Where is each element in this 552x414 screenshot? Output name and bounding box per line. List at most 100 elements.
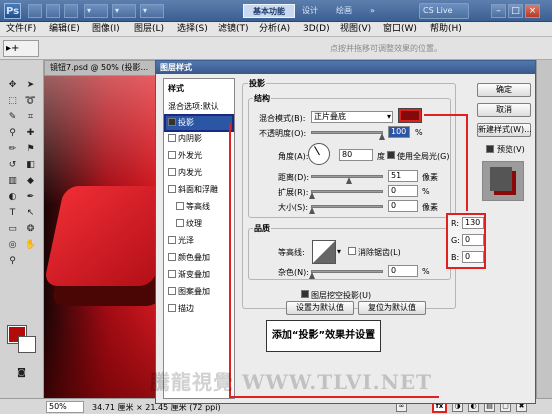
blending-options-item[interactable]: 混合选项:默认 bbox=[166, 100, 232, 114]
style-item-texture[interactable]: 纹理 bbox=[166, 217, 232, 231]
mini-bridge-icon[interactable] bbox=[46, 4, 60, 18]
make-default-button[interactable]: 设置为默认值 bbox=[286, 301, 354, 315]
spread-field[interactable]: 0 bbox=[388, 185, 418, 197]
style-item-outer-glow[interactable]: 外发光 bbox=[166, 149, 232, 163]
menu-image[interactable]: 图像(I) bbox=[92, 23, 120, 36]
r-field[interactable]: 130 bbox=[462, 217, 484, 229]
clone-stamp-tool-icon[interactable]: ⚑ bbox=[23, 142, 38, 156]
style-item-pattern-overlay[interactable]: 图案叠加 bbox=[166, 285, 232, 299]
bridge-icon[interactable] bbox=[28, 4, 42, 18]
checkbox[interactable] bbox=[168, 269, 176, 278]
quick-mask-icon[interactable]: ◙ bbox=[14, 366, 29, 380]
workspace-essentials-button[interactable]: 基本功能 bbox=[243, 4, 295, 18]
checkbox[interactable] bbox=[168, 167, 176, 176]
new-style-button[interactable]: 新建样式(W)... bbox=[477, 123, 532, 137]
blur-tool-icon[interactable]: ◆ bbox=[23, 174, 38, 188]
eyedropper-tool-icon[interactable]: ⚲ bbox=[5, 126, 20, 140]
global-light-checkbox[interactable] bbox=[387, 151, 395, 159]
noise-slider[interactable] bbox=[311, 270, 383, 273]
brush-tool-icon[interactable]: ✏ bbox=[5, 142, 20, 156]
hand-tool-icon[interactable]: ✋ bbox=[23, 238, 38, 252]
workspace-design-button[interactable]: 设计 bbox=[299, 4, 321, 18]
workspace-painting-button[interactable]: 绘画 bbox=[333, 4, 355, 18]
menu-analysis[interactable]: 分析(A) bbox=[259, 23, 290, 36]
type-tool-icon[interactable]: T bbox=[5, 206, 20, 220]
style-item-stroke[interactable]: 描边 bbox=[166, 302, 232, 316]
size-slider[interactable] bbox=[311, 205, 383, 208]
menu-view[interactable]: 视图(V) bbox=[340, 23, 371, 36]
menu-help[interactable]: 帮助(H) bbox=[430, 23, 462, 36]
b-field[interactable]: 0 bbox=[462, 251, 484, 263]
move-tool-preset-picker[interactable]: ▸+ bbox=[3, 40, 39, 57]
contour-picker[interactable] bbox=[312, 240, 336, 264]
spread-slider[interactable] bbox=[311, 190, 383, 193]
menu-edit[interactable]: 编辑(E) bbox=[49, 23, 80, 36]
opacity-slider[interactable] bbox=[311, 131, 383, 134]
g-field[interactable]: 0 bbox=[462, 234, 484, 246]
checkbox[interactable] bbox=[168, 133, 176, 142]
dodge-tool-icon[interactable]: ◐ bbox=[5, 190, 20, 204]
zoom-level-icon[interactable] bbox=[64, 4, 78, 18]
3d-orbit-tool-icon[interactable]: ◎ bbox=[5, 238, 20, 252]
menu-3d[interactable]: 3D(D) bbox=[303, 23, 330, 36]
checkbox[interactable] bbox=[168, 286, 176, 295]
style-item-bevel-emboss[interactable]: 斜面和浮雕 bbox=[166, 183, 232, 197]
chevron-down-icon[interactable]: ▾ bbox=[337, 247, 341, 256]
quick-select-tool-icon[interactable]: ✎ bbox=[5, 110, 20, 124]
marquee-tool-icon[interactable]: ⬚ bbox=[5, 94, 20, 108]
drop-shadow-checkbox[interactable] bbox=[168, 117, 176, 126]
background-color-swatch[interactable] bbox=[18, 336, 36, 353]
document-tab[interactable]: 镜钮7.psd @ 50% (投影... bbox=[44, 60, 164, 76]
restore-icon[interactable]: □ bbox=[508, 4, 523, 18]
style-item-gradient-overlay[interactable]: 渐变叠加 bbox=[166, 268, 232, 282]
checkbox[interactable] bbox=[168, 184, 176, 193]
style-item-inner-shadow[interactable]: 内阴影 bbox=[166, 132, 232, 146]
shadow-color-swatch[interactable] bbox=[398, 108, 422, 123]
healing-brush-tool-icon[interactable]: ✚ bbox=[23, 126, 38, 140]
distance-field[interactable]: 51 bbox=[388, 170, 418, 182]
noise-field[interactable]: 0 bbox=[388, 265, 418, 277]
history-brush-tool-icon[interactable]: ↺ bbox=[5, 158, 20, 172]
menu-filter[interactable]: 滤镜(T) bbox=[218, 23, 249, 36]
checkbox[interactable] bbox=[176, 201, 184, 210]
crop-tool-icon[interactable]: ⌗ bbox=[23, 110, 38, 124]
anti-alias-checkbox[interactable] bbox=[348, 247, 356, 255]
style-item-color-overlay[interactable]: 颜色叠加 bbox=[166, 251, 232, 265]
menu-select[interactable]: 选择(S) bbox=[177, 23, 208, 36]
style-item-drop-shadow[interactable]: 投影 bbox=[164, 114, 234, 132]
opacity-field[interactable]: 100 bbox=[388, 126, 410, 138]
blend-mode-select[interactable]: 正片叠底 ▾ bbox=[311, 111, 393, 123]
lasso-tool-icon[interactable]: ➰ bbox=[23, 94, 38, 108]
minimize-icon[interactable]: – bbox=[491, 4, 506, 18]
3d-rotate-tool-icon[interactable]: ❂ bbox=[23, 222, 38, 236]
ok-button[interactable]: 确定 bbox=[477, 83, 531, 97]
preview-checkbox[interactable] bbox=[486, 145, 494, 153]
pen-tool-icon[interactable]: ✒ bbox=[23, 190, 38, 204]
style-item-inner-glow[interactable]: 内发光 bbox=[166, 166, 232, 180]
shape-tool-icon[interactable]: ▭ bbox=[5, 222, 20, 236]
gradient-tool-icon[interactable]: ▥ bbox=[5, 174, 20, 188]
move-arrow-icon[interactable]: ➤ bbox=[23, 78, 38, 92]
menu-layer[interactable]: 图层(L) bbox=[134, 23, 164, 36]
angle-field[interactable]: 80 bbox=[339, 149, 373, 161]
close-icon[interactable]: × bbox=[525, 4, 540, 18]
move-tool-icon[interactable]: ✥ bbox=[5, 78, 20, 92]
menu-window[interactable]: 窗口(W) bbox=[383, 23, 417, 36]
eraser-tool-icon[interactable]: ◧ bbox=[23, 158, 38, 172]
checkbox[interactable] bbox=[168, 303, 176, 312]
cs-live-button[interactable]: CS Live bbox=[419, 3, 469, 19]
knockout-checkbox[interactable] bbox=[301, 290, 309, 298]
checkbox[interactable] bbox=[168, 150, 176, 159]
screen-mode-dropdown[interactable]: ▾ bbox=[140, 4, 164, 18]
menu-file[interactable]: 文件(F) bbox=[6, 23, 36, 36]
view-extras-dropdown[interactable]: ▾ bbox=[84, 4, 108, 18]
checkbox[interactable] bbox=[168, 252, 176, 261]
style-item-satin[interactable]: 光泽 bbox=[166, 234, 232, 248]
size-field[interactable]: 0 bbox=[388, 200, 418, 212]
styles-header[interactable]: 样式 bbox=[166, 82, 232, 96]
zoom-field[interactable]: 50% bbox=[46, 401, 84, 413]
cancel-button[interactable]: 取消 bbox=[477, 103, 531, 117]
checkbox[interactable] bbox=[168, 235, 176, 244]
style-item-contour[interactable]: 等高线 bbox=[166, 200, 232, 214]
distance-slider[interactable] bbox=[311, 175, 383, 178]
